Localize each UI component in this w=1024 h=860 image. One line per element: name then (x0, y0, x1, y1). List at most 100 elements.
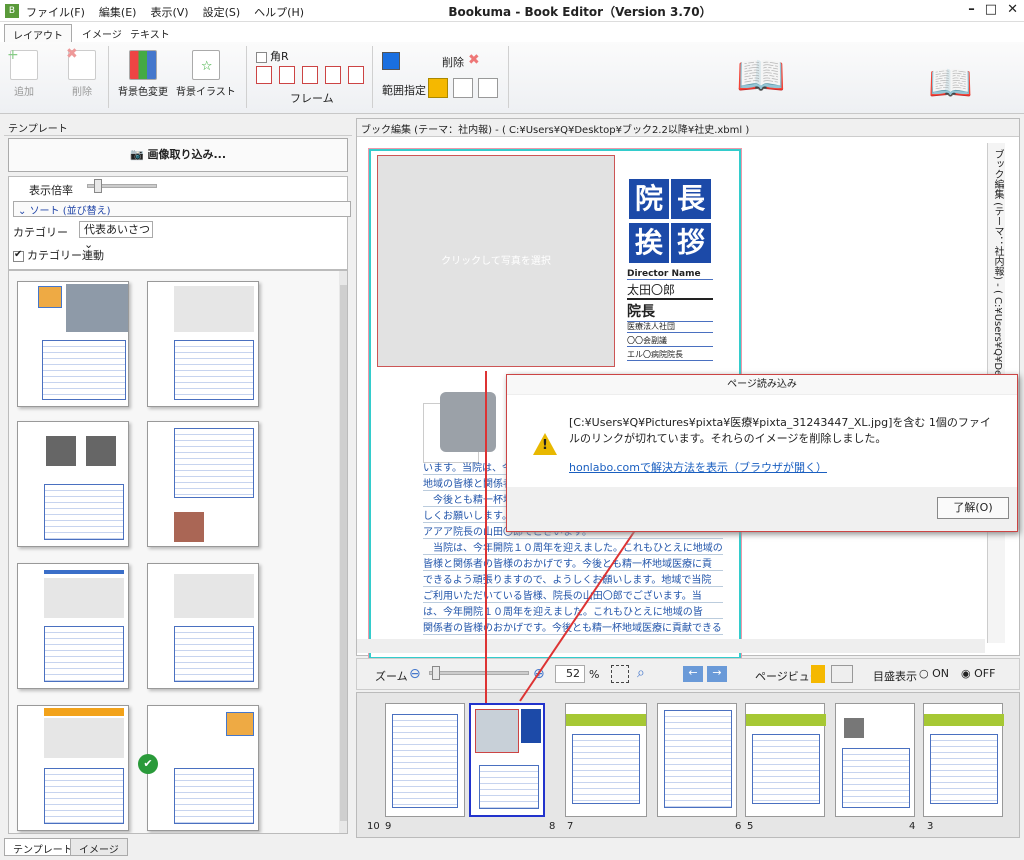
body-line: できるよう頑張りますので、ようしくお願いします。地域で当院 (423, 571, 723, 587)
title-kanji[interactable]: 長 (671, 179, 711, 219)
editor-hscrollbar[interactable] (357, 639, 985, 653)
close-icon[interactable]: ✕ (1007, 2, 1018, 17)
window-title: Bookuma - Book Editor（Version 3.70） (448, 5, 712, 19)
kakuR-option[interactable]: 角R (256, 48, 289, 64)
maximize-icon[interactable]: □ (985, 2, 997, 17)
select-all-icon[interactable] (478, 78, 498, 98)
header-bar (746, 714, 826, 726)
zoom-slider[interactable] (429, 666, 529, 680)
category-link-checkbox[interactable] (13, 249, 24, 262)
role-row[interactable]: エル〇病院院長 (627, 349, 713, 361)
template-thumb[interactable] (147, 563, 259, 689)
frame-style-3[interactable] (302, 66, 318, 84)
photo-placeholder[interactable]: クリックして写真を選択 (377, 155, 615, 367)
table-block (842, 748, 910, 808)
sort-bar[interactable]: ⌄ ソート (並び替え) (13, 201, 351, 217)
scrollbar-thumb[interactable] (340, 285, 347, 821)
frame-style-1[interactable] (256, 66, 272, 84)
title-kanji[interactable]: 拶 (671, 223, 711, 263)
director-label[interactable]: Director Name (627, 269, 713, 280)
page-thumb[interactable] (745, 703, 826, 817)
template-thumb[interactable] (17, 563, 129, 689)
separator (372, 46, 373, 108)
template-thumb[interactable] (147, 421, 259, 547)
book-decoration-icon: 📖 (928, 63, 973, 104)
zoom-out-icon[interactable]: ⊖ (409, 666, 421, 682)
category-link-option[interactable]: カテゴリー連動 (13, 247, 104, 263)
slider-knob[interactable] (94, 179, 102, 193)
frame-style-5[interactable] (348, 66, 364, 84)
template-thumb[interactable] (147, 281, 259, 407)
grid-off-radio[interactable]: ◉ OFF (961, 667, 995, 680)
add-button[interactable]: + 追加 (7, 47, 38, 98)
menu-edit[interactable]: 編集(E) (99, 4, 137, 20)
ok-button[interactable]: 了解(O) (937, 497, 1009, 519)
title-bar: B ファイル(F) 編集(E) 表示(V) 設定(S) ヘルプ(H) Booku… (0, 0, 1024, 22)
ribbon: + 追加 ✖ 削除 背景色変更 ☆ 背景イラスト 角R フレーム 範囲指定 削除… (0, 42, 1024, 114)
page-thumb-selected[interactable] (469, 703, 545, 817)
template-thumbnails: ✔ (8, 270, 348, 834)
template-zoom-slider[interactable] (87, 179, 157, 193)
category-select[interactable]: 代表あいさつ ⌄ (79, 221, 153, 251)
left-bottom-tabs: テンプレート イメージ (4, 838, 352, 856)
delete-button[interactable]: ✖ 削除 (66, 46, 96, 98)
window-controls: – □ ✕ (968, 2, 1018, 17)
role-row[interactable]: 医療法人社団 (627, 321, 713, 333)
page-thumb[interactable] (923, 703, 1004, 817)
menu-settings[interactable]: 設定(S) (203, 4, 241, 20)
template-thumb[interactable] (17, 421, 129, 547)
tab-layout[interactable]: レイアウト (4, 24, 72, 42)
menu-view[interactable]: 表示(V) (150, 4, 188, 20)
page-thumb[interactable] (835, 703, 915, 817)
director-name[interactable]: 太田〇郎 (627, 281, 713, 300)
frame-style-2[interactable] (279, 66, 295, 84)
table-block (930, 734, 998, 804)
title-kanji[interactable]: 挨 (629, 223, 669, 263)
checkmark-icon: ✔ (138, 754, 158, 774)
arrow-right-icon[interactable]: → (707, 666, 727, 682)
menu-help[interactable]: ヘルプ(H) (254, 4, 304, 20)
fit-page-icon[interactable] (611, 665, 629, 683)
single-page-icon[interactable] (811, 665, 825, 683)
photo-block (174, 574, 254, 618)
zoom-input[interactable]: 52 (555, 665, 585, 683)
director-role[interactable]: 院長 (627, 301, 713, 322)
arrow-left-icon[interactable]: ← (683, 666, 703, 682)
body-line: は、今年開院１０周年を迎えました。これもひとえに地域の皆 (423, 603, 723, 619)
grid-on-radio[interactable]: ○ ON (919, 667, 949, 680)
template-scrollbar[interactable] (339, 271, 347, 833)
page-thumb[interactable] (657, 703, 737, 817)
delete-x-icon[interactable]: ✖ (468, 52, 480, 68)
tab-text[interactable]: テキスト (122, 24, 178, 42)
menu-file[interactable]: ファイル(F) (26, 4, 85, 20)
range-label: 範囲指定 (382, 84, 426, 97)
page-number: 6 (735, 821, 742, 832)
body-line: ご利用いただいている皆様、院長の山田〇郎でございます。当 (423, 587, 723, 603)
search-icon[interactable]: ⌕ (637, 665, 645, 681)
header-bar (924, 714, 1004, 726)
double-page-icon[interactable] (831, 665, 853, 683)
zoom-label: 表示倍率 (29, 184, 73, 197)
role-row[interactable]: 〇〇会副議 (627, 335, 713, 347)
bg-color-button[interactable]: 背景色変更 (118, 50, 168, 98)
table-block (44, 626, 124, 682)
minimize-icon[interactable]: – (968, 2, 975, 17)
template-thumb[interactable]: ✔ (138, 705, 259, 831)
kanji-block (226, 712, 254, 736)
template-thumb[interactable] (17, 705, 129, 831)
help-link[interactable]: honlabo.comで解決方法を表示（ブラウザが開く） (569, 459, 827, 475)
bg-illust-button[interactable]: ☆ 背景イラスト (176, 50, 236, 98)
slider-knob[interactable] (432, 666, 440, 680)
template-thumb[interactable] (17, 281, 129, 407)
title-kanji[interactable]: 院 (629, 179, 669, 219)
select-one-icon[interactable] (428, 78, 448, 98)
range-color-icon[interactable] (382, 52, 400, 70)
import-image-button[interactable]: 📷 画像取り込み... (8, 138, 348, 172)
select-multi-icon[interactable] (453, 78, 473, 98)
page-thumb[interactable] (385, 703, 465, 817)
page-thumb[interactable] (565, 703, 647, 817)
table-block (174, 340, 254, 400)
frame-style-4[interactable] (325, 66, 341, 84)
tab-images[interactable]: イメージ (70, 838, 128, 856)
kakuR-checkbox[interactable] (256, 51, 267, 63)
